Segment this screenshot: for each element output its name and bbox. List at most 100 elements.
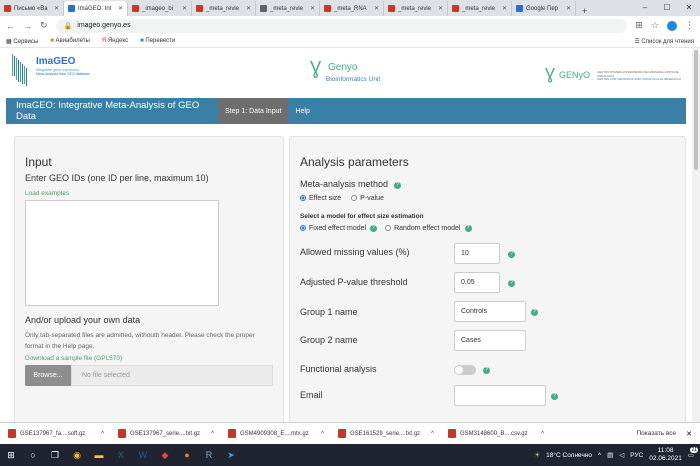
browser-tab[interactable]: _meta_revie ✕ xyxy=(256,1,320,16)
nav-help[interactable]: Help xyxy=(288,98,316,124)
input-subtitle: Enter GEO IDs (one ID per line, maximum … xyxy=(25,173,209,183)
search-icon[interactable]: ○ xyxy=(22,444,44,466)
download-item[interactable]: GSM3148600_B....csv.gz ^ xyxy=(440,429,550,438)
forward-icon[interactable]: → xyxy=(23,21,32,31)
genyo-center-logo[interactable]: Ɣ GENyO CENTRO PFIZER-UNIVERSIDAD DE GRA… xyxy=(545,66,695,94)
close-window-icon[interactable]: ✕ xyxy=(678,0,700,16)
email-help-icon[interactable]: ? xyxy=(551,393,558,400)
group1-help-icon[interactable]: ? xyxy=(531,309,538,316)
excel-icon[interactable]: X xyxy=(110,444,132,466)
back-icon[interactable]: ← xyxy=(6,21,15,31)
model-fixed[interactable]: Fixed effect model xyxy=(300,225,366,232)
browse-button[interactable]: Browse... xyxy=(25,365,71,386)
word-icon[interactable]: W xyxy=(132,444,154,466)
bookmark-star-icon[interactable]: ☆ xyxy=(651,20,659,31)
random-model-help-icon[interactable]: ? xyxy=(464,225,472,232)
page-scrollbar[interactable] xyxy=(692,48,700,422)
browser-tab[interactable]: _meta_revie ✕ xyxy=(384,1,448,16)
pvalue-threshold-input[interactable] xyxy=(454,272,500,293)
scrollbar-thumb[interactable] xyxy=(694,50,698,170)
chevron-up-icon[interactable]: ^ xyxy=(101,431,104,437)
tab-close-icon[interactable]: ✕ xyxy=(374,5,379,12)
bookmark-yandex[interactable]: Я Яндекс xyxy=(102,38,128,44)
chevron-up-icon[interactable]: ^ xyxy=(321,431,324,437)
load-examples-link[interactable]: Load examples xyxy=(25,190,69,197)
start-icon[interactable]: ⊞ xyxy=(0,444,22,466)
show-all-downloads[interactable]: Показать все xyxy=(636,430,676,437)
telegram-icon[interactable]: ➤ xyxy=(220,444,242,466)
tab-close-icon[interactable]: ✕ xyxy=(502,5,507,12)
group1-input[interactable] xyxy=(454,301,526,322)
weather-icon: ☀ xyxy=(534,452,541,459)
download-item[interactable]: GSE137967_serie....txt.gz ^ xyxy=(110,429,220,438)
browser-tab[interactable]: Письмо «Ba ✕ xyxy=(0,1,64,16)
close-downloads-icon[interactable]: ✕ xyxy=(686,430,692,438)
chevron-up-icon[interactable]: ^ xyxy=(431,431,434,437)
maximize-icon[interactable]: ☐ xyxy=(656,0,678,16)
tray-arrow-icon[interactable]: ^ xyxy=(598,452,601,459)
url-bar[interactable]: 🔒 imageo.genyo.es xyxy=(55,18,628,33)
app-icon[interactable]: ◆ xyxy=(154,444,176,466)
tab-close-icon[interactable]: ✕ xyxy=(438,5,443,12)
firefox-icon[interactable]: ● xyxy=(176,444,198,466)
tab-close-icon[interactable]: ✕ xyxy=(310,5,315,12)
profile-avatar[interactable] xyxy=(667,20,677,31)
translate-icon[interactable]: ⊞ xyxy=(635,20,643,31)
archive-file-icon xyxy=(448,429,456,438)
weather-text[interactable]: 18°C Солнечно xyxy=(546,452,592,459)
model-random[interactable]: Random effect model xyxy=(385,225,461,232)
tab-close-icon[interactable]: ✕ xyxy=(246,5,251,12)
new-tab-button[interactable]: + xyxy=(576,6,593,16)
language-indicator[interactable]: РУС xyxy=(630,452,643,459)
bookmark-avia[interactable]: ■ Авиабилеты xyxy=(50,38,90,44)
genyo-bioinfo-logo[interactable]: Ɣ Genyo Bioinformatics Unit xyxy=(310,58,400,92)
method-effect-size[interactable]: Effect size xyxy=(300,195,341,202)
clock[interactable]: 11:08 02.06.2021 xyxy=(649,447,682,463)
bookmark-translate[interactable]: ■ Перевести xyxy=(140,38,175,44)
browser-tab[interactable]: _meta_RNA ✕ xyxy=(320,1,384,16)
reading-list[interactable]: ☰ Список для чтения xyxy=(634,38,694,45)
browser-tab[interactable]: Google Пер ✕ xyxy=(512,1,576,16)
minimize-icon[interactable]: – xyxy=(634,0,656,16)
tab-close-icon[interactable]: ✕ xyxy=(118,5,123,12)
network-icon[interactable]: ▤ xyxy=(607,451,613,459)
navbar-brand[interactable]: ImaGEO: Integrative Meta-Analysis of GEO… xyxy=(6,100,218,122)
missing-values-input[interactable] xyxy=(454,243,500,264)
rstudio-icon[interactable]: R xyxy=(198,444,220,466)
menu-icon[interactable]: ⋮ xyxy=(685,20,694,31)
email-input[interactable] xyxy=(454,385,546,406)
browser-tab[interactable]: ImaGEO: Int ✕ xyxy=(64,1,128,16)
volume-icon[interactable]: ◁ xyxy=(619,451,624,459)
method-help-icon[interactable]: ? xyxy=(394,182,401,189)
browser-tab[interactable]: _meta_revie ✕ xyxy=(192,1,256,16)
tab-label: _meta_revie xyxy=(270,5,304,12)
reload-icon[interactable]: ↻ xyxy=(40,20,48,31)
notifications-icon[interactable]: ▭ 21 xyxy=(688,447,698,459)
imageo-logo[interactable]: ImaGEO Integrative gene expression Meta-… xyxy=(10,50,120,94)
tab-close-icon[interactable]: ✕ xyxy=(182,5,187,12)
file-explorer-icon[interactable]: ▬ xyxy=(88,444,110,466)
tab-close-icon[interactable]: ✕ xyxy=(566,5,571,12)
fixed-model-help-icon[interactable]: ? xyxy=(370,225,378,232)
download-sample-link[interactable]: Download a sample file (GPL570) xyxy=(25,355,122,362)
pvalue-help-icon[interactable]: ? xyxy=(508,280,515,287)
group2-input[interactable] xyxy=(454,330,526,351)
download-item[interactable]: GSE161529_serie....txt.gz ^ xyxy=(330,429,440,438)
chevron-up-icon[interactable]: ^ xyxy=(211,431,214,437)
functional-analysis-toggle[interactable] xyxy=(454,365,476,375)
chrome-icon[interactable]: ◉ xyxy=(66,444,88,466)
browser-tab[interactable]: _imageo_bi ✕ xyxy=(128,1,192,16)
geo-ids-textarea[interactable] xyxy=(25,200,219,306)
method-pvalue[interactable]: P-value xyxy=(351,195,384,202)
chevron-up-icon[interactable]: ^ xyxy=(541,431,544,437)
bookmark-apps[interactable]: ▦ Сервисы xyxy=(6,38,38,45)
missing-values-help-icon[interactable]: ? xyxy=(508,251,515,258)
functional-help-icon[interactable]: ? xyxy=(483,367,490,374)
nav-step1[interactable]: Step 1: Data Input xyxy=(218,98,289,124)
browser-tab[interactable]: _meta_revie ✕ xyxy=(448,1,512,16)
download-item[interactable]: GSM4909308_E....mtx.gz ^ xyxy=(220,429,330,438)
tab-favicon-icon xyxy=(516,5,523,12)
tab-close-icon[interactable]: ✕ xyxy=(54,5,59,12)
download-item[interactable]: GSE137967_fa....soft.gz ^ xyxy=(0,429,110,438)
task-view-icon[interactable]: ❐ xyxy=(44,444,66,466)
